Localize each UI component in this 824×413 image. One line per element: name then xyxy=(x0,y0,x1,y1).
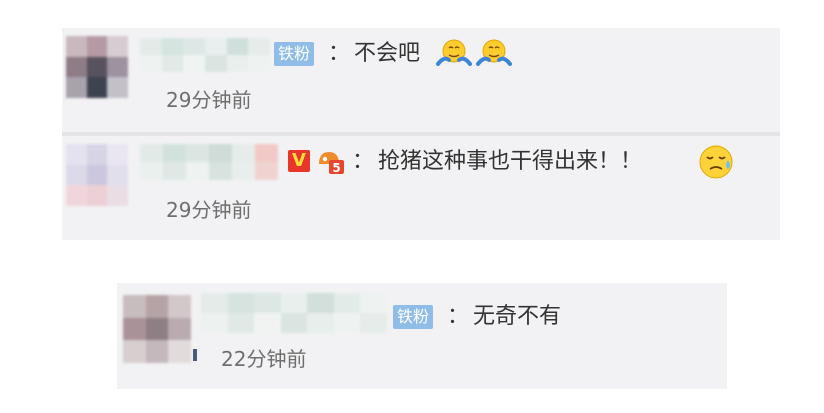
tick-mark xyxy=(193,349,197,361)
username[interactable] xyxy=(140,38,270,72)
comment-text: 抢猪这种事也干得出来！！ xyxy=(378,149,643,174)
timestamp: 29分钟前 xyxy=(166,198,252,222)
comment-card-1: 铁粉 ： 不会吧 29分钟前 xyxy=(62,28,780,132)
shrug-emoji-icon xyxy=(436,39,472,66)
shrug-emoji-icon xyxy=(476,39,512,66)
timestamp: 29分钟前 xyxy=(166,88,252,112)
v-badge-icon[interactable]: V xyxy=(288,150,310,172)
sweat-emoji-icon xyxy=(699,145,733,179)
avatar[interactable] xyxy=(66,36,128,98)
colon: ： xyxy=(328,41,351,66)
username[interactable] xyxy=(201,293,387,333)
colon: ： xyxy=(447,304,470,329)
comment-card-3: 铁粉 ： 无奇不有 22分钟前 xyxy=(117,283,727,389)
comment-text: 无奇不有 xyxy=(473,304,562,329)
comment-card-2: V 5 ： 抢猪这种事也干得出来！！ 29分钟前 xyxy=(62,136,780,240)
fan-badge[interactable]: 铁粉 xyxy=(274,42,315,66)
level-badge-icon[interactable]: 5 xyxy=(316,148,346,176)
comment-text: 不会吧 xyxy=(354,41,421,66)
username[interactable] xyxy=(140,144,278,180)
avatar[interactable] xyxy=(66,144,128,206)
colon: ： xyxy=(352,149,375,174)
avatar[interactable] xyxy=(123,295,191,363)
fan-badge[interactable]: 铁粉 xyxy=(393,305,434,329)
level-number: 5 xyxy=(332,161,340,175)
timestamp: 22分钟前 xyxy=(221,347,307,371)
